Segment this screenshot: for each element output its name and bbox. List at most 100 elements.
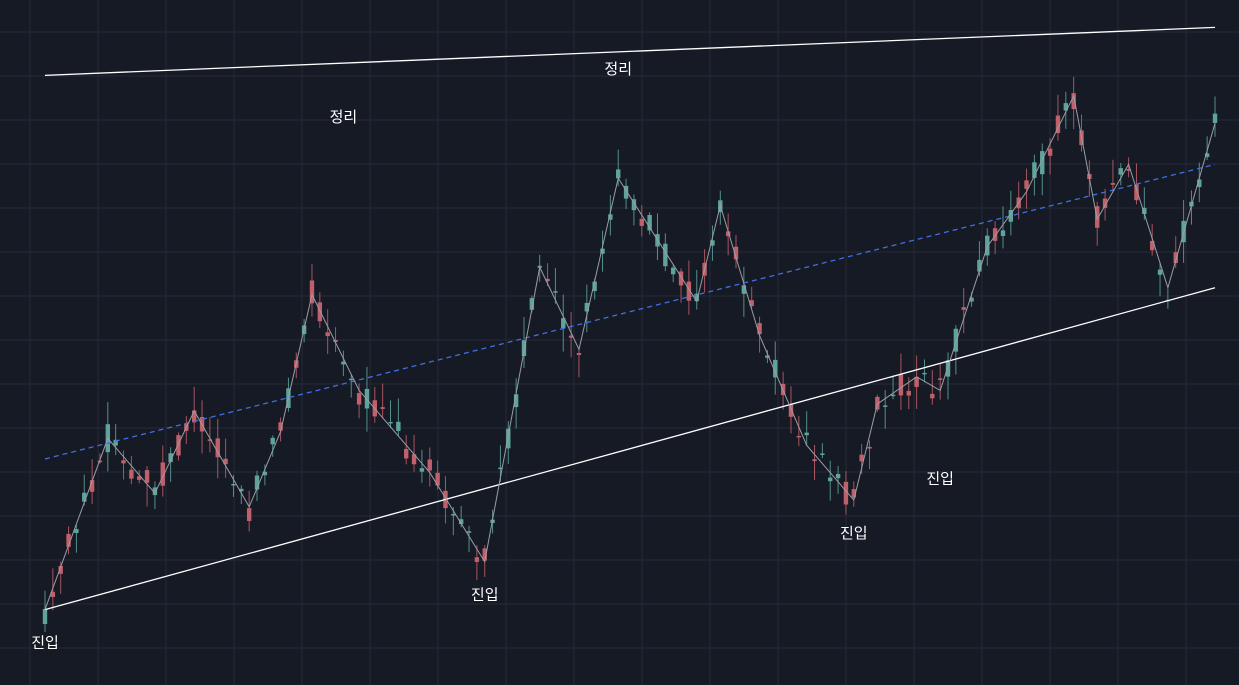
candle bbox=[254, 470, 260, 502]
candle bbox=[576, 349, 582, 378]
candle bbox=[1063, 91, 1069, 129]
candle-body bbox=[930, 393, 935, 399]
candle bbox=[380, 383, 385, 419]
candles bbox=[42, 76, 1218, 632]
candle-body bbox=[788, 404, 794, 417]
candle bbox=[725, 213, 731, 256]
candle bbox=[631, 194, 637, 226]
candle-body bbox=[349, 378, 354, 381]
candle-body bbox=[427, 459, 432, 471]
candle bbox=[890, 375, 896, 400]
candle-body bbox=[1212, 113, 1218, 123]
candlestick-chart: 진입정리진입정리진입진입정리 bbox=[0, 0, 1239, 685]
candle bbox=[231, 475, 236, 497]
channel-mid-line bbox=[44, 163, 1216, 460]
candle bbox=[741, 266, 747, 317]
candle bbox=[1110, 159, 1116, 192]
candle bbox=[930, 370, 935, 405]
candle bbox=[396, 398, 401, 436]
candle bbox=[1040, 143, 1045, 196]
candle bbox=[820, 443, 825, 459]
candle-body bbox=[890, 394, 896, 397]
candle-body bbox=[474, 557, 480, 562]
candle-body bbox=[364, 388, 370, 409]
candle-body bbox=[1047, 148, 1053, 156]
candle-body bbox=[356, 393, 362, 405]
candle-body bbox=[820, 453, 825, 455]
zigzag-line bbox=[44, 94, 1216, 610]
candle-body bbox=[121, 460, 126, 464]
candle-body bbox=[325, 332, 330, 337]
candle-body bbox=[922, 372, 927, 375]
candle bbox=[427, 447, 432, 487]
annotation-label: 진입 bbox=[926, 469, 954, 487]
candle bbox=[945, 352, 951, 400]
candle-body bbox=[144, 470, 150, 483]
candle bbox=[553, 267, 558, 304]
annotations: 진입정리진입정리진입진입정리 bbox=[31, 60, 954, 652]
candle bbox=[129, 456, 134, 485]
candle bbox=[152, 481, 158, 510]
candle-body bbox=[396, 421, 401, 431]
candle-body bbox=[828, 477, 833, 482]
candle bbox=[1165, 288, 1171, 309]
candle bbox=[191, 386, 197, 433]
candle bbox=[1055, 94, 1061, 141]
candle-body bbox=[992, 228, 998, 241]
candle bbox=[1118, 163, 1123, 186]
candle bbox=[474, 545, 480, 581]
candle bbox=[1095, 201, 1100, 246]
candle bbox=[647, 212, 652, 235]
candle-body bbox=[961, 307, 966, 310]
candle-body bbox=[404, 449, 409, 459]
candle-body bbox=[757, 323, 762, 335]
candle bbox=[411, 434, 417, 472]
candle-body bbox=[639, 218, 644, 226]
candle-body bbox=[246, 508, 252, 522]
candle bbox=[812, 444, 817, 481]
candle-body bbox=[42, 608, 48, 625]
candle bbox=[42, 590, 48, 632]
candle-body bbox=[380, 407, 385, 409]
candle-body bbox=[867, 446, 872, 449]
candle-body bbox=[1118, 168, 1123, 175]
candle-body bbox=[74, 529, 79, 533]
annotation-label: 정리 bbox=[330, 108, 358, 126]
candle bbox=[828, 460, 833, 501]
grid bbox=[0, 0, 1239, 685]
candle bbox=[309, 263, 315, 317]
candle-body bbox=[898, 374, 904, 396]
candle-body bbox=[804, 432, 809, 436]
candle bbox=[694, 269, 699, 310]
candle bbox=[953, 325, 959, 375]
candle bbox=[914, 355, 919, 409]
candle bbox=[1189, 190, 1194, 225]
candle-body bbox=[317, 302, 323, 322]
candle bbox=[718, 190, 723, 225]
candle bbox=[568, 311, 574, 358]
candle bbox=[1212, 96, 1218, 137]
chart-canvas: 진입정리진입정리진입진입정리 bbox=[0, 0, 1239, 685]
candle bbox=[246, 490, 252, 532]
candle bbox=[623, 178, 629, 210]
candle-body bbox=[176, 435, 181, 456]
candle-body bbox=[419, 468, 425, 472]
candle-body bbox=[883, 405, 888, 407]
candle bbox=[937, 363, 943, 400]
candle bbox=[286, 377, 291, 412]
candle bbox=[608, 195, 613, 236]
candle-body bbox=[616, 169, 621, 179]
candle-body bbox=[796, 435, 802, 438]
candle bbox=[404, 435, 409, 465]
annotation-label: 진입 bbox=[31, 634, 59, 652]
candle bbox=[898, 353, 904, 410]
candle bbox=[600, 230, 605, 272]
candle-body bbox=[937, 378, 943, 380]
annotation-label: 정리 bbox=[604, 60, 632, 78]
candle-body bbox=[388, 421, 393, 424]
candle bbox=[372, 387, 377, 423]
candle-body bbox=[812, 459, 817, 462]
candle bbox=[961, 288, 966, 334]
candle-body bbox=[906, 390, 911, 396]
candle bbox=[867, 440, 872, 470]
